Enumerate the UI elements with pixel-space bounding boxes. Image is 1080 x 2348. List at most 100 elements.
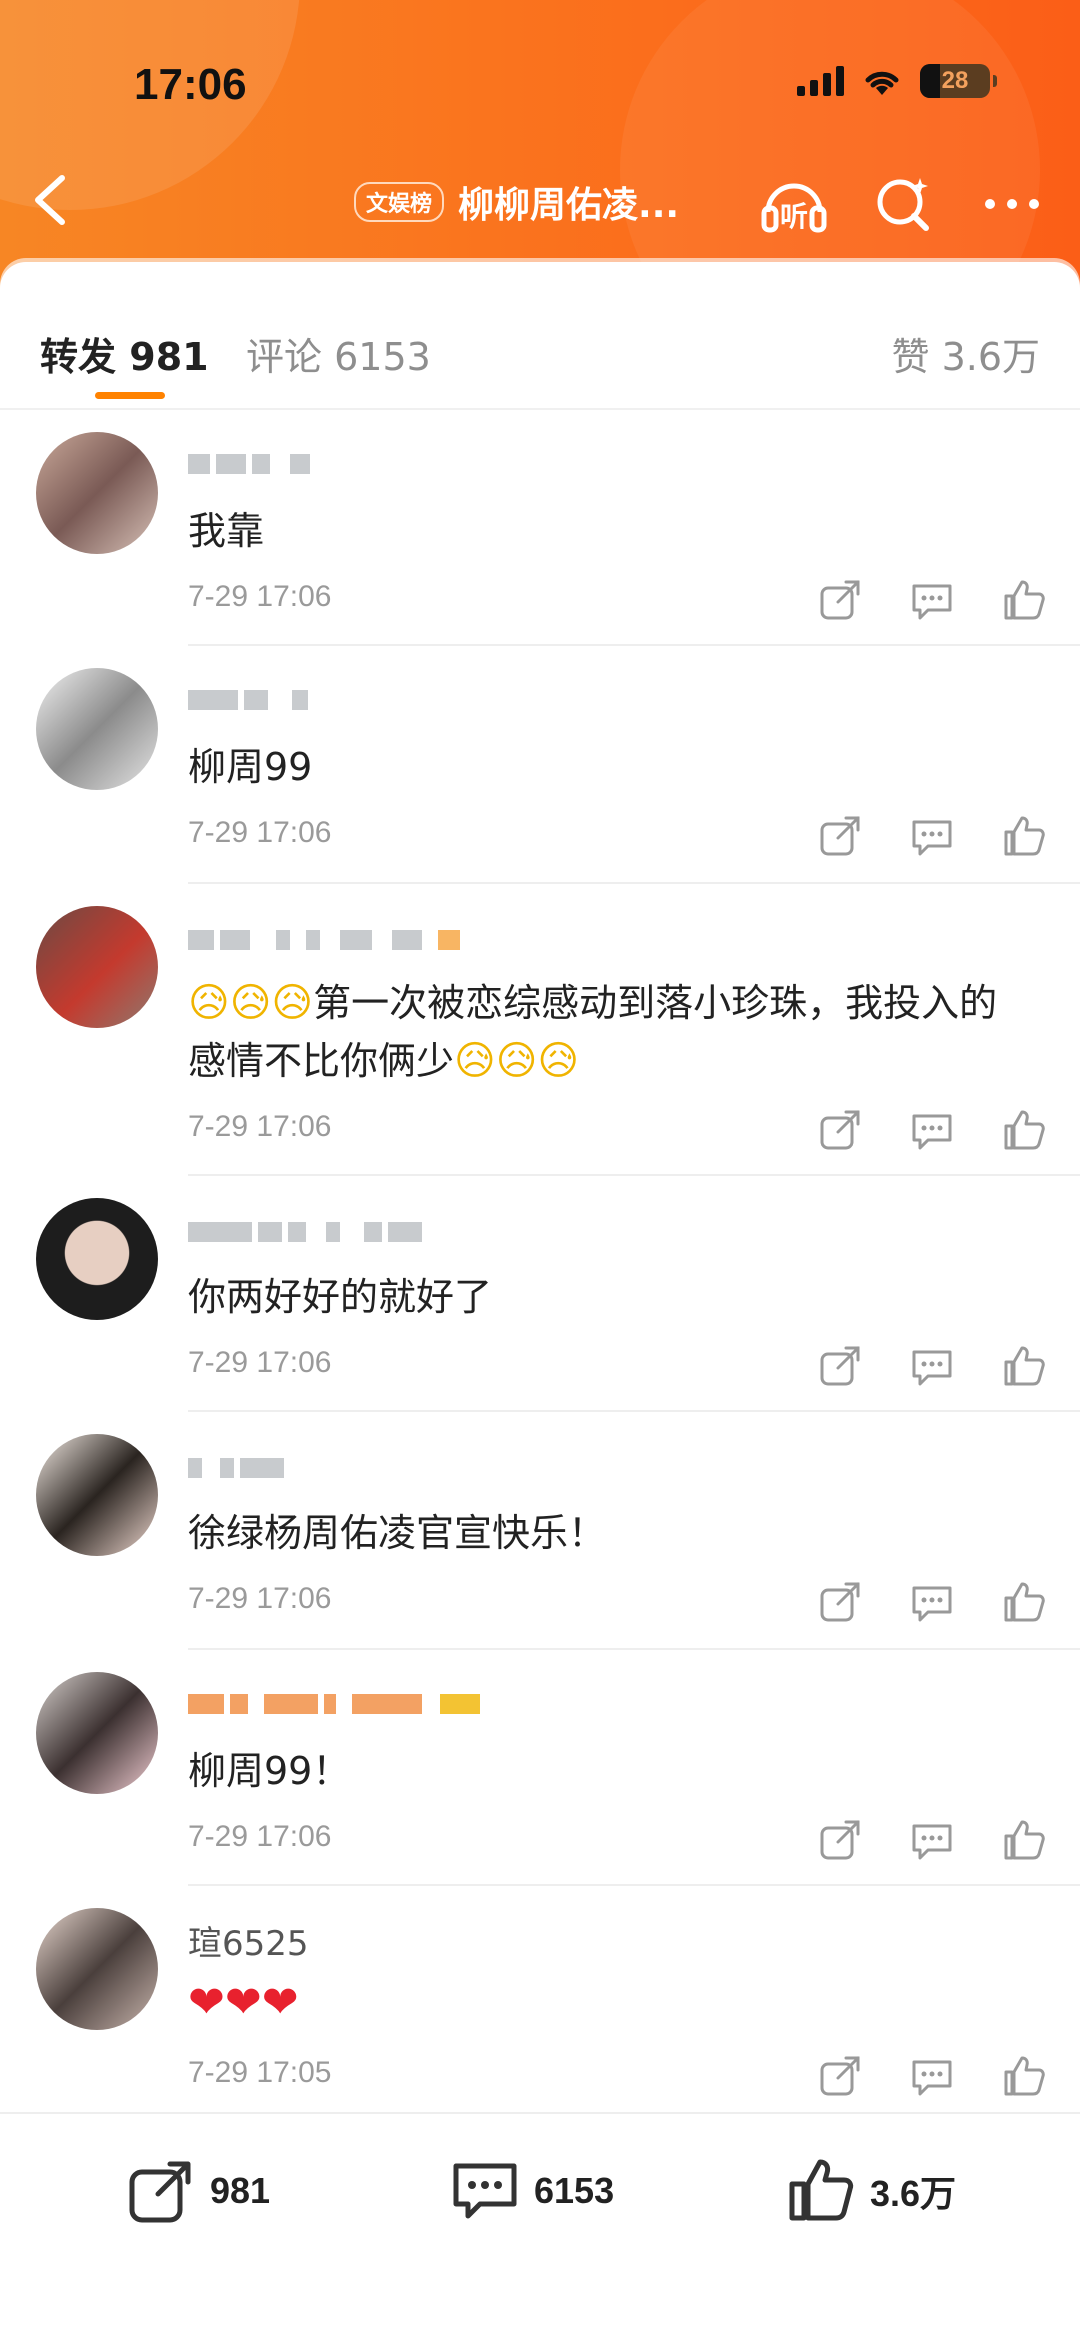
tab-likes-count: 3.6万 (941, 335, 1040, 379)
list-item[interactable]: 柳周99 7-29 17:06 (0, 646, 1080, 884)
repost-icon[interactable] (814, 1104, 866, 1156)
page-title: 柳柳周佑凌... (458, 185, 680, 226)
username-redacted[interactable] (188, 1458, 284, 1478)
item-actions (814, 574, 1050, 626)
repost-icon[interactable] (814, 810, 866, 862)
repost-icon[interactable] (814, 574, 866, 626)
tab-comment[interactable]: 评论 6153 (246, 326, 431, 381)
listen-label: 听 (780, 200, 808, 233)
item-actions (814, 2050, 1050, 2102)
crying-emoji-icon: 😥😥😥 (454, 1038, 580, 1084)
like-icon[interactable] (998, 1576, 1050, 1628)
item-actions (814, 810, 1050, 862)
comment-icon[interactable] (906, 2050, 958, 2102)
comment-icon[interactable] (906, 574, 958, 626)
active-tab-indicator (95, 392, 165, 399)
list-item[interactable]: 😥😥😥第一次被恋综感动到落小珍珠，我投入的感情不比你俩少😥😥😥 7-29 17:… (0, 884, 1080, 1176)
nav-title-wrap[interactable]: 文娱榜 柳柳周佑凌... (354, 176, 679, 228)
like-icon[interactable] (998, 1340, 1050, 1392)
comment-time: 7-29 17:05 (188, 2056, 332, 2089)
tab-comment-count: 6153 (334, 335, 431, 379)
more-icon (985, 199, 1039, 209)
list-item[interactable]: 柳周99！ 7-29 17:06 (0, 1650, 1080, 1886)
avatar[interactable] (36, 906, 158, 1028)
wifi-icon (865, 71, 899, 95)
status-icons: 28 (797, 64, 997, 98)
battery-fill (920, 64, 940, 98)
username-redacted[interactable] (188, 454, 310, 474)
comment-count: 6153 (534, 2170, 615, 2211)
item-actions (814, 1576, 1050, 1628)
avatar[interactable] (36, 1434, 158, 1556)
list-item[interactable]: 徐绿杨周佑凌官宣快乐！ 7-29 17:06 (0, 1412, 1080, 1650)
repost-icon (129, 2161, 191, 2223)
crying-emoji-icon: 😥😥😥 (188, 980, 314, 1026)
repost-icon[interactable] (814, 1340, 866, 1392)
avatar[interactable] (36, 1198, 158, 1320)
avatar[interactable] (36, 668, 158, 790)
repost-icon[interactable] (814, 1576, 866, 1628)
more-button[interactable] (976, 168, 1048, 240)
username-redacted[interactable] (188, 930, 460, 950)
comment-text: 徐绿杨周佑凌官宣快乐！ (188, 1511, 607, 1555)
comment-icon[interactable] (906, 1104, 958, 1156)
comment-icon[interactable] (906, 810, 958, 862)
bottom-action-bar: 981 6153 3.6万 (0, 2112, 1080, 2348)
rank-tag: 文娱榜 (354, 182, 445, 222)
comment-time: 7-29 17:06 (188, 816, 332, 849)
listen-icon: 听 (761, 183, 827, 233)
comment-time: 7-29 17:06 (188, 580, 332, 613)
username-redacted[interactable] (188, 1694, 480, 1714)
tab-likes-label: 赞 (891, 335, 930, 379)
list-item[interactable]: 我靠 7-29 17:06 (0, 410, 1080, 646)
username-redacted[interactable] (188, 1222, 422, 1242)
heart-icon: ❤❤❤ (188, 1977, 299, 2028)
comment-button[interactable]: 6153 (450, 2156, 614, 2226)
comment-time: 7-29 17:06 (188, 1346, 332, 1379)
list-item[interactable]: 瑄6525 ❤❤❤ 7-29 17:05 (0, 1886, 1080, 2126)
comment-text: 我靠 (188, 509, 265, 553)
like-icon[interactable] (998, 1104, 1050, 1156)
comment-text: 你两好好的就好了 (188, 1275, 493, 1319)
comment-icon (453, 2163, 517, 2219)
comment-time: 7-29 17:06 (188, 1820, 332, 1853)
comment-text: 😥😥😥第一次被恋综感动到落小珍珠，我投入的感情不比你俩少😥😥😥 (188, 974, 1020, 1090)
repost-count: 981 (210, 2170, 271, 2211)
like-icon[interactable] (998, 574, 1050, 626)
tab-likes[interactable]: 赞 3.6万 (891, 326, 1040, 381)
username-redacted[interactable] (188, 690, 308, 710)
header: 17:06 28 文娱榜 柳柳周佑凌... 听 (0, 0, 1080, 300)
like-icon[interactable] (998, 2050, 1050, 2102)
comment-icon[interactable] (906, 1340, 958, 1392)
status-time: 17:06 (134, 60, 247, 109)
back-icon[interactable] (22, 168, 78, 232)
comment-text: 柳周99 (188, 745, 313, 789)
list-item[interactable]: 你两好好的就好了 7-29 17:06 (0, 1176, 1080, 1412)
item-actions (814, 1104, 1050, 1156)
comment-icon[interactable] (906, 1814, 958, 1866)
item-actions (814, 1340, 1050, 1392)
signal-icon (797, 66, 844, 96)
comment-time: 7-29 17:06 (188, 1582, 332, 1615)
repost-icon[interactable] (814, 1814, 866, 1866)
item-actions (814, 1814, 1050, 1866)
like-count: 3.6万 (870, 2173, 957, 2214)
avatar[interactable] (36, 432, 158, 554)
like-button[interactable]: 3.6万 (786, 2156, 956, 2226)
avatar[interactable] (36, 1672, 158, 1794)
listen-button[interactable]: 听 (758, 168, 830, 240)
tab-comment-label: 评论 (246, 335, 323, 379)
comment-text: 柳周99！ (188, 1749, 351, 1793)
comment-icon[interactable] (906, 1576, 958, 1628)
repost-icon[interactable] (814, 2050, 866, 2102)
like-icon[interactable] (998, 1814, 1050, 1866)
avatar[interactable] (36, 1908, 158, 2030)
username[interactable]: 瑄6525 (188, 1916, 309, 1965)
tab-repost-label: 转发 (40, 335, 117, 379)
tab-repost-count: 981 (129, 335, 209, 379)
tab-repost[interactable]: 转发 981 (40, 326, 209, 381)
search-button[interactable] (868, 168, 940, 240)
like-icon[interactable] (998, 810, 1050, 862)
repost-button[interactable]: 981 (126, 2156, 270, 2226)
battery-level: 28 (941, 67, 969, 94)
